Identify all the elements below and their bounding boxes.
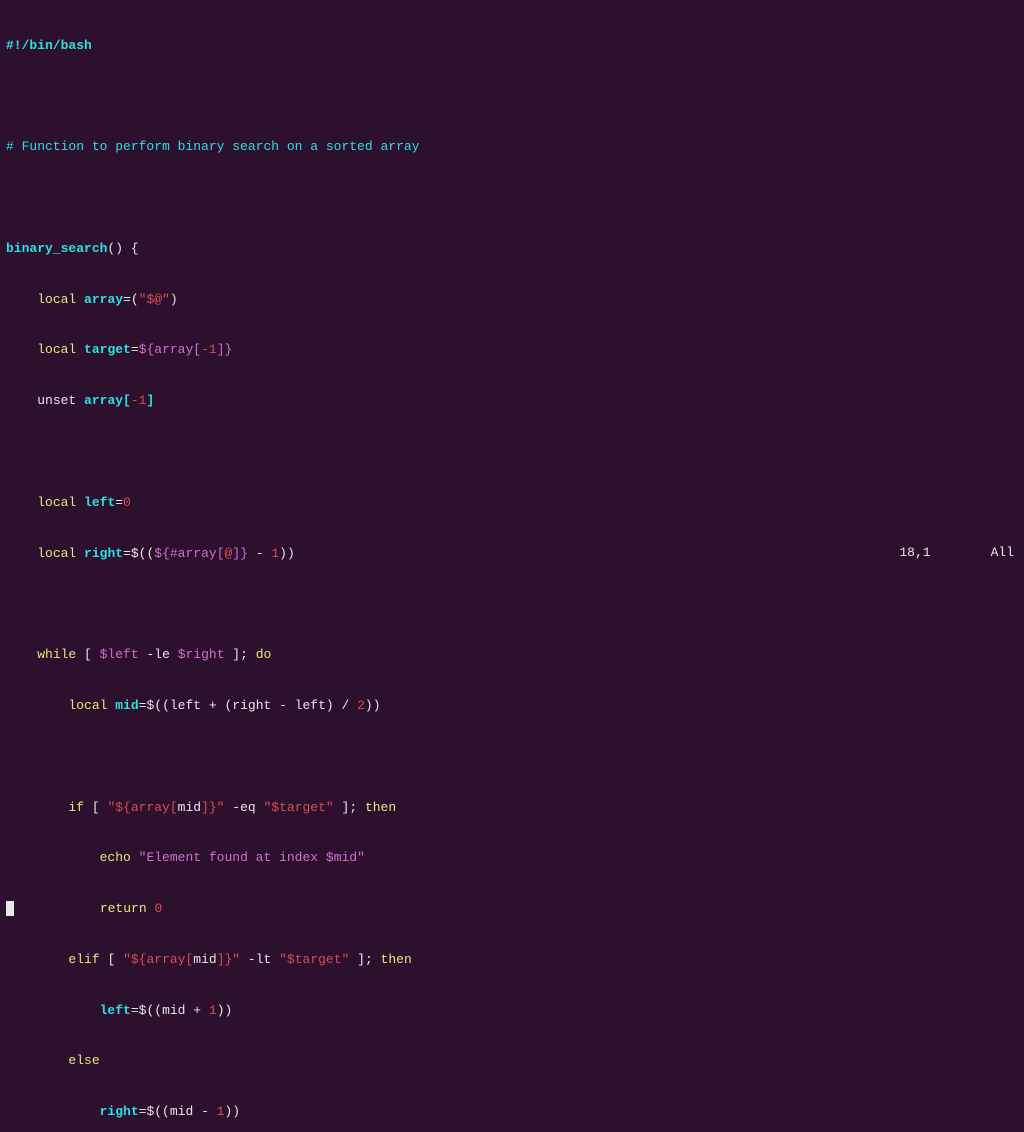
code-line: local mid=$((left + (right - left) / 2)) (6, 698, 1018, 715)
code-editor[interactable]: #!/bin/bash # Function to perform binary… (0, 0, 1024, 1132)
code-line: return 0 (6, 901, 1018, 918)
code-line: unset array[-1] (6, 393, 1018, 410)
cursor-position: 18,1 (899, 545, 930, 562)
scroll-indicator: All (991, 545, 1014, 562)
code-line (6, 444, 1018, 461)
code-line: while [ $left -le $right ]; do (6, 647, 1018, 664)
code-line: elif [ "${array[mid]}" -lt "$target" ]; … (6, 952, 1018, 969)
code-line (6, 749, 1018, 766)
code-line: else (6, 1053, 1018, 1070)
code-line (6, 190, 1018, 207)
code-line: right=$((mid - 1)) (6, 1104, 1018, 1121)
code-line: # Function to perform binary search on a… (6, 139, 1018, 156)
code-line: left=$((mid + 1)) (6, 1003, 1018, 1020)
status-bar: 18,1 All (899, 545, 1014, 562)
cursor (6, 901, 14, 916)
code-line (6, 89, 1018, 106)
code-line: binary_search() { (6, 241, 1018, 258)
code-line: #!/bin/bash (6, 38, 1018, 55)
code-line (6, 596, 1018, 613)
code-line: if [ "${array[mid]}" -eq "$target" ]; th… (6, 800, 1018, 817)
code-line: echo "Element found at index $mid" (6, 850, 1018, 867)
code-line: local right=$((${#array[@]} - 1)) (6, 546, 1018, 563)
code-line: local array=("$@") (6, 292, 1018, 309)
code-line: local target=${array[-1]} (6, 342, 1018, 359)
code-line: local left=0 (6, 495, 1018, 512)
